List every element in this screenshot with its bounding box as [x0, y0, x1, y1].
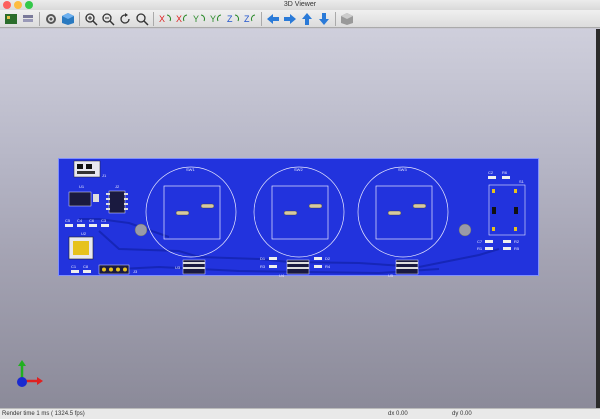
svg-text:Z: Z — [227, 14, 233, 24]
label-c4: C4 — [77, 218, 83, 223]
label-u1: U1 — [79, 184, 85, 189]
rotate-y-ccw-icon[interactable]: Y — [209, 12, 223, 26]
label-c8: C8 — [83, 264, 89, 269]
label-u2: U2 — [81, 231, 87, 236]
label-s1: S1 — [519, 179, 525, 184]
label-u4: U4 — [279, 273, 285, 277]
label-r1: R1 — [477, 246, 483, 251]
label-u3: U3 — [175, 265, 181, 270]
sw1-footprint: SW1 — [145, 166, 237, 258]
ortho-box-icon[interactable] — [340, 12, 354, 26]
toolbar-separator — [335, 11, 336, 26]
label-sw3: SW3 — [398, 167, 407, 172]
rotate-z-ccw-icon[interactable]: Z — [243, 12, 257, 26]
toolbar-separator — [261, 11, 262, 26]
label-j1: J1 — [102, 173, 107, 178]
svg-text:Y: Y — [210, 14, 216, 24]
label-d1: D1 — [260, 256, 266, 261]
toolbar: X X Y Y Z Z — [0, 10, 600, 28]
viewport-edge — [596, 29, 600, 408]
label-c1: C1 — [71, 264, 77, 269]
u2-die — [73, 241, 89, 255]
u1-pad — [93, 194, 99, 202]
j1-pin — [86, 164, 92, 169]
label-r4: R4 — [325, 264, 331, 269]
settings-icon[interactable] — [44, 12, 58, 26]
svg-text:X: X — [159, 14, 165, 24]
layers-icon[interactable] — [21, 12, 35, 26]
toolbar-separator — [79, 11, 80, 26]
label-j2: J2 — [115, 184, 120, 189]
pan-down-icon[interactable] — [317, 12, 331, 26]
pan-right-icon[interactable] — [283, 12, 297, 26]
label-r2: R2 — [514, 239, 520, 244]
pcb-board: J1 U1 J2 C5 C4 C6 C3 U2 C1 C8 J3 SW1 SW2… — [58, 158, 539, 277]
box-3d-icon[interactable] — [61, 12, 75, 26]
label-u5: U5 — [388, 273, 394, 277]
label-r5: R5 — [514, 246, 520, 251]
label-c2: C2 — [488, 170, 494, 175]
rotate-z-cw-icon[interactable]: Z — [226, 12, 240, 26]
redraw-icon[interactable] — [118, 12, 132, 26]
rotate-x-ccw-icon[interactable]: X — [175, 12, 189, 26]
zoom-in-icon[interactable] — [84, 12, 98, 26]
mounting-hole — [458, 223, 472, 237]
label-r3: R3 — [260, 264, 266, 269]
label-c3: C3 — [101, 218, 107, 223]
window-title: 3D Viewer — [283, 1, 317, 8]
rotate-x-cw-icon[interactable]: X — [158, 12, 172, 26]
j2-header — [108, 190, 126, 214]
label-c6: C6 — [89, 218, 95, 223]
label-sw1: SW1 — [186, 167, 195, 172]
label-sw2: SW2 — [294, 167, 303, 172]
j1-pin — [77, 164, 83, 169]
label-c5: C5 — [65, 218, 71, 223]
label-r6: R6 — [502, 170, 508, 175]
pan-up-icon[interactable] — [300, 12, 314, 26]
sw2-footprint: SW2 — [253, 166, 345, 258]
j1-pin-row — [77, 171, 95, 174]
rotate-y-cw-icon[interactable]: Y — [192, 12, 206, 26]
3d-viewport[interactable]: J1 U1 J2 C5 C4 C6 C3 U2 C1 C8 J3 SW1 SW2… — [0, 29, 596, 408]
pcb-icon[interactable] — [4, 12, 18, 26]
zoom-out-icon[interactable] — [101, 12, 115, 26]
u1-chip — [68, 191, 92, 207]
label-d2: D2 — [325, 256, 331, 261]
toolbar-separator — [39, 11, 40, 26]
pan-left-icon[interactable] — [266, 12, 280, 26]
axis-gizmo-icon — [17, 360, 43, 387]
pcb-board-render: J1 U1 J2 C5 C4 C6 C3 U2 C1 C8 J3 SW1 SW2… — [65, 160, 526, 277]
label-j3: J3 — [133, 269, 138, 274]
svg-text:Y: Y — [193, 14, 199, 24]
zoom-fit-icon[interactable] — [135, 12, 149, 26]
label-c7: C7 — [477, 239, 483, 244]
toolbar-separator — [153, 11, 154, 26]
mounting-hole — [134, 223, 148, 237]
status-bar: Render time 1 ms ( 1324.5 fps) dx 0.00 d… — [0, 408, 600, 419]
svg-text:X: X — [176, 14, 182, 24]
sw3-footprint: SW3 — [357, 166, 449, 258]
svg-text:Z: Z — [244, 14, 250, 24]
